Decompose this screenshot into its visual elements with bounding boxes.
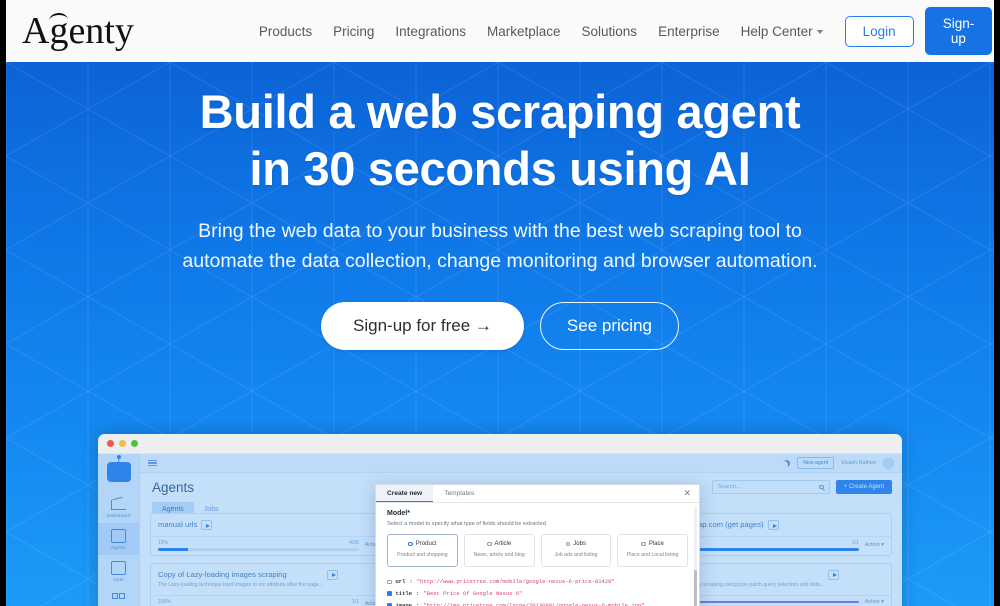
model-fields-list: url: "http://www.pricetree.com/mobile/goo… xyxy=(387,576,688,606)
app-main: New agent Vicash Rathee Agents Agents Jo… xyxy=(140,454,902,606)
brand-name: Agenty xyxy=(22,10,134,52)
sidebar-item-workflows[interactable]: Workflows xyxy=(98,587,139,606)
menu-icon[interactable] xyxy=(148,458,157,468)
progress-percent: 100% xyxy=(158,598,171,605)
robot-logo-icon xyxy=(106,462,131,482)
agent-progress: 100% 1/1 xyxy=(158,599,359,606)
brand-logo[interactable]: Agenty xyxy=(16,12,134,50)
field-row-title[interactable]: title: "Best Price Of Google Nexus 6" xyxy=(387,588,688,600)
avatar[interactable] xyxy=(883,457,894,469)
agent-card-title: manual urls xyxy=(158,520,198,529)
radio-selected-icon xyxy=(408,541,413,547)
signup-button[interactable]: Sign-up xyxy=(924,7,993,55)
agent-progress: 15% 4/26 xyxy=(158,540,359,551)
see-pricing-button[interactable]: See pricing xyxy=(539,302,679,351)
model-option-jobs[interactable]: Jobs Job ads and listing xyxy=(540,534,612,568)
agent-card[interactable]: Copy of Lazy-loading images scraping The… xyxy=(150,562,392,606)
agent-card-title: Copy of Lazy-loading images scraping xyxy=(158,569,287,579)
top-navbar: Agenty Products Pricing Integrations Mar… xyxy=(6,0,994,62)
login-button[interactable]: Login xyxy=(844,15,914,47)
model-field-help: Select a model to specify what type of f… xyxy=(387,521,548,527)
agent-action-menu[interactable]: Action ▾ xyxy=(865,542,884,548)
modal-body: Model* Select a model to specify what ty… xyxy=(376,503,699,606)
agent-card-column: manual urls 15% 4/26 Action Copy of Lazy… xyxy=(150,513,392,606)
window-minimize-icon[interactable] xyxy=(119,440,126,447)
progress-percent: 15% xyxy=(158,540,169,546)
radio-unselected-icon xyxy=(641,541,646,547)
progress-count: 4/26 xyxy=(349,540,359,546)
nav-item-help-center[interactable]: Help Center xyxy=(741,24,823,39)
agent-card-desc: The Lazy-loading technique load images t… xyxy=(158,582,324,589)
hero-heading-line-2: in 30 seconds using AI xyxy=(249,141,751,195)
app-topbar: New agent Vicash Rathee xyxy=(140,454,902,473)
search-area: Search... + Create Agent xyxy=(711,480,892,494)
close-icon[interactable]: ✕ xyxy=(675,485,699,502)
modal-tab-templates[interactable]: Templates xyxy=(433,485,485,502)
run-agent-icon[interactable] xyxy=(767,520,779,530)
create-agent-button[interactable]: + Create Agent xyxy=(835,480,892,494)
signup-free-button[interactable]: Sign-up for free → xyxy=(321,302,524,351)
app-sidebar: Dashboard Agents Lists Workflows xyxy=(98,454,140,606)
modal-tab-create-new[interactable]: Create new xyxy=(376,485,434,502)
moon-icon[interactable] xyxy=(782,459,791,468)
nav-item-integrations[interactable]: Integrations xyxy=(395,24,466,39)
nav-item-solutions[interactable]: Solutions xyxy=(582,24,638,39)
model-option-product[interactable]: Product Product and shopping xyxy=(387,534,458,568)
app-screenshot-mockup: Dashboard Agents Lists Workflows xyxy=(98,434,902,606)
search-icon xyxy=(819,484,824,490)
run-agent-icon[interactable] xyxy=(201,520,213,530)
mockup-body: Dashboard Agents Lists Workflows xyxy=(98,454,902,606)
hero-subheading: Bring the web data to your business with… xyxy=(182,219,818,272)
chart-icon xyxy=(111,497,126,511)
logo-swoosh-icon xyxy=(48,12,69,23)
window-close-icon[interactable] xyxy=(107,440,114,447)
user-name-label: Vicash Rathee xyxy=(841,460,876,466)
create-agent-modal: Create new Templates ✕ Model* Select a m… xyxy=(375,484,700,606)
agent-action-menu[interactable]: Action ▾ xyxy=(865,599,884,605)
hero-heading-line-1: Build a web scraping agent xyxy=(199,85,801,138)
nav-item-marketplace[interactable]: Marketplace xyxy=(487,24,561,39)
chevron-down-icon xyxy=(816,29,823,34)
modal-scrollbar-thumb[interactable] xyxy=(694,569,697,606)
radio-unselected-icon xyxy=(487,541,492,547)
sidebar-item-dashboard[interactable]: Dashboard xyxy=(98,491,139,523)
nav-actions: Login Sign-up xyxy=(844,7,993,55)
checkbox-checked-icon[interactable] xyxy=(387,591,392,596)
radio-unselected-icon xyxy=(565,541,571,547)
window-maximize-icon[interactable] xyxy=(131,440,138,447)
modal-scrollbar[interactable] xyxy=(694,507,697,606)
model-field-label: Model* xyxy=(387,510,410,517)
progress-count: 1/1 xyxy=(351,598,359,605)
sidebar-item-agents[interactable]: Agents xyxy=(98,523,139,555)
model-options: Product Product and shopping Article New… xyxy=(387,534,688,568)
field-row-image[interactable]: image: "http://img.pricetree.com/large/20… xyxy=(387,600,688,606)
checkbox-icon[interactable] xyxy=(387,579,392,585)
workflow-icon xyxy=(111,593,126,606)
hero-cta-row: Sign-up for free → See pricing xyxy=(6,302,994,351)
search-input[interactable]: Search... xyxy=(711,480,830,494)
landing-page: Agenty Products Pricing Integrations Mar… xyxy=(6,0,994,606)
sidebar-item-lists[interactable]: Lists xyxy=(98,555,139,587)
nav-links: Products Pricing Integrations Marketplac… xyxy=(259,24,823,39)
progress-count: 1/1 xyxy=(851,540,859,546)
run-agent-icon[interactable] xyxy=(327,569,339,580)
lists-icon xyxy=(111,561,126,575)
nav-item-enterprise[interactable]: Enterprise xyxy=(658,24,720,39)
topbar-right: New agent Vicash Rathee xyxy=(783,457,894,469)
hero-section: Build a web scraping agent in 30 seconds… xyxy=(6,62,994,606)
mockup-titlebar xyxy=(98,434,902,454)
hero-heading: Build a web scraping agent in 30 seconds… xyxy=(6,62,994,198)
run-agent-icon[interactable] xyxy=(828,569,840,580)
new-agent-button[interactable]: New agent xyxy=(797,457,835,469)
model-option-place[interactable]: Place Place and Local listing xyxy=(617,534,688,568)
agents-icon xyxy=(111,529,126,543)
model-option-article[interactable]: Article News, article and blog xyxy=(463,534,535,568)
agent-card[interactable]: manual urls 15% 4/26 Action xyxy=(150,513,392,556)
nav-item-products[interactable]: Products xyxy=(259,24,312,39)
nav-item-pricing[interactable]: Pricing xyxy=(333,24,374,39)
field-row-url[interactable]: url: "http://www.pricetree.com/mobile/goo… xyxy=(387,576,688,588)
modal-tabs: Create new Templates ✕ xyxy=(376,485,699,503)
